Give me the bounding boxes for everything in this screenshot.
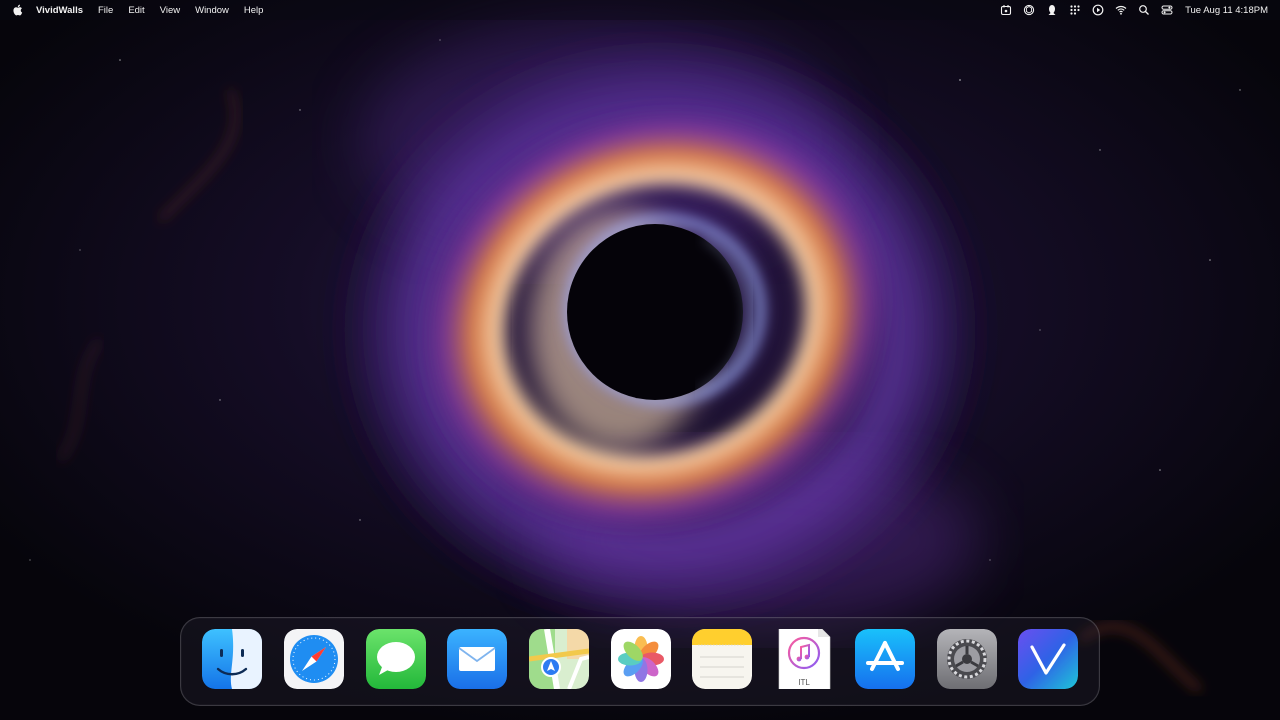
dock-app-app-store[interactable] bbox=[855, 629, 915, 689]
menu-bar-clock[interactable]: Tue Aug 11 4:18PM bbox=[1185, 5, 1268, 16]
vividwalls-icon bbox=[1018, 629, 1078, 689]
app-store-icon bbox=[855, 629, 915, 689]
desktop[interactable]: VividWalls File Edit View Window Help Tu… bbox=[0, 0, 1280, 720]
notes-icon bbox=[692, 629, 752, 689]
dock-app-safari[interactable] bbox=[284, 629, 344, 689]
itl-file-icon: ITL bbox=[778, 629, 831, 689]
menu-app-name[interactable]: VividWalls bbox=[36, 5, 83, 16]
maps-icon bbox=[529, 629, 589, 689]
mail-icon bbox=[447, 629, 507, 689]
photos-icon bbox=[611, 629, 671, 689]
search-icon[interactable] bbox=[1138, 4, 1150, 16]
menu-bar-status-area: Tue Aug 11 4:18PM bbox=[989, 0, 1270, 20]
menu-bar-left: VividWalls File Edit View Window Help bbox=[10, 0, 278, 20]
grid-dots-icon[interactable] bbox=[1069, 4, 1081, 16]
dock-app-vividwalls[interactable] bbox=[1018, 629, 1078, 689]
play-circle-icon[interactable] bbox=[1092, 4, 1104, 16]
finder-icon bbox=[202, 629, 262, 689]
alien-icon[interactable] bbox=[1046, 4, 1058, 16]
calendar-badge-icon[interactable] bbox=[1000, 4, 1012, 16]
menu-help[interactable]: Help bbox=[244, 5, 264, 16]
menu-view[interactable]: View bbox=[160, 5, 180, 16]
dock-app-photos[interactable] bbox=[611, 629, 671, 689]
chatgpt-icon[interactable] bbox=[1023, 4, 1035, 16]
menu-edit[interactable]: Edit bbox=[128, 5, 144, 16]
system-settings-icon bbox=[937, 629, 997, 689]
dock-app-messages[interactable] bbox=[366, 629, 426, 689]
control-center-icon[interactable] bbox=[1161, 4, 1173, 16]
safari-icon bbox=[284, 629, 344, 689]
menu-bar: VividWalls File Edit View Window Help Tu… bbox=[0, 0, 1280, 20]
itl-file-label: ITL bbox=[798, 678, 810, 687]
apple-logo-icon[interactable] bbox=[10, 3, 24, 17]
dock: ITL bbox=[180, 617, 1100, 706]
dock-app-mail[interactable] bbox=[447, 629, 507, 689]
menu-file[interactable]: File bbox=[98, 5, 113, 16]
messages-icon bbox=[366, 629, 426, 689]
menu-window[interactable]: Window bbox=[195, 5, 229, 16]
dock-app-notes[interactable] bbox=[692, 629, 752, 689]
dock-app-finder[interactable] bbox=[202, 629, 262, 689]
dock-app-system-settings[interactable] bbox=[937, 629, 997, 689]
dock-app-itl-file[interactable]: ITL bbox=[774, 629, 834, 689]
dock-app-maps[interactable] bbox=[529, 629, 589, 689]
wallpaper-image bbox=[0, 0, 1280, 720]
wifi-icon[interactable] bbox=[1115, 4, 1127, 16]
